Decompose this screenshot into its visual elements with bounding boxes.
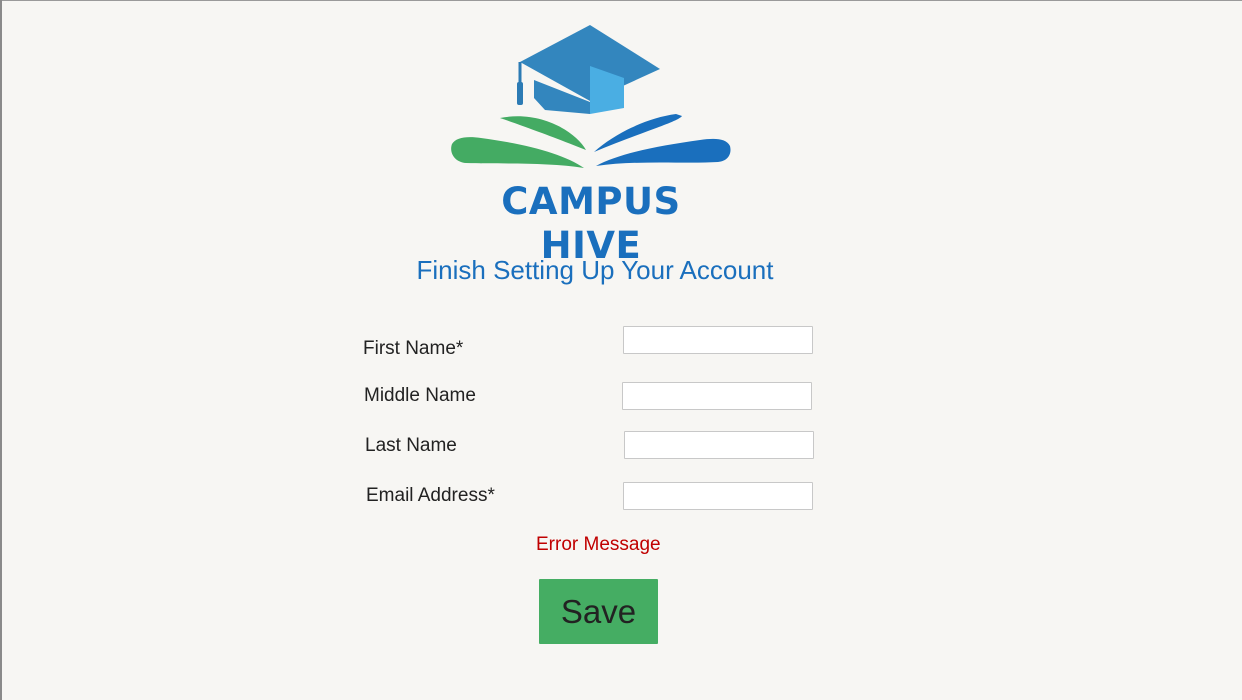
campus-hive-logo: CAMPUS HIVE <box>446 22 736 267</box>
window-left-border <box>0 0 2 700</box>
email-address-input[interactable] <box>623 482 813 510</box>
last-name-input[interactable] <box>624 431 814 459</box>
window-top-border <box>0 0 1242 1</box>
last-name-label: Last Name <box>365 435 457 456</box>
graduation-cap-open-book-icon <box>451 25 731 168</box>
email-address-label: Email Address* <box>366 485 495 506</box>
first-name-label: First Name* <box>363 338 464 359</box>
page-title: Finish Setting Up Your Account <box>416 255 774 285</box>
middle-name-label: Middle Name <box>364 385 476 406</box>
first-name-input[interactable] <box>623 326 813 354</box>
middle-name-input[interactable] <box>622 382 812 410</box>
error-message: Error Message <box>536 534 661 555</box>
save-button[interactable]: Save <box>539 579 658 644</box>
